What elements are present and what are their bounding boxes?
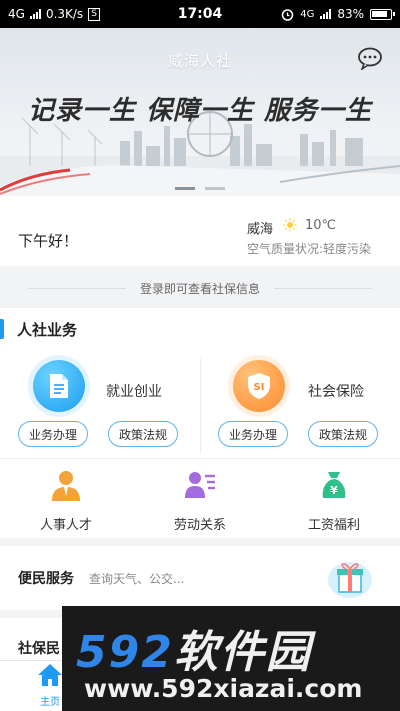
gift-box-icon — [328, 562, 372, 598]
status-bar: 4G 0.3K/s S 17:04 4G 83% — [0, 0, 400, 28]
watermark-number: 592 — [76, 627, 174, 678]
greeting-panel: 下午好！ 威海 10℃ 空气质量状况:轻度污染 — [0, 196, 400, 266]
sub-item-labor[interactable]: 劳动关系 — [150, 468, 250, 533]
greeting-text: 下午好！ — [18, 232, 79, 250]
home-icon — [38, 664, 62, 686]
network-type: 4G — [8, 7, 25, 21]
divider-line — [274, 287, 372, 289]
battery-percent: 83% — [337, 7, 364, 21]
money-bag-icon: ¥ — [322, 472, 346, 498]
sub-item-label: 人事人才 — [39, 518, 92, 533]
watermark-text: 软件园 — [173, 627, 312, 678]
alarm-icon — [281, 8, 294, 21]
battery-icon — [370, 8, 395, 20]
watermark: 592软件园 www.592xiazai.com — [62, 606, 400, 711]
signal-icon — [29, 9, 41, 19]
network-speed: 0.3K/s — [45, 7, 84, 21]
air-quality: 空气质量状况:轻度污染 — [247, 242, 372, 256]
service-employment[interactable]: 就业创业 — [106, 381, 162, 401]
person-icon — [52, 471, 80, 501]
weather-temperature: 10℃ — [305, 218, 337, 233]
sub-item-wages[interactable]: ¥ 工资福利 — [284, 468, 384, 533]
convenience-title: 便民服务 — [18, 571, 74, 587]
divider — [200, 358, 201, 454]
sub-item-personnel[interactable]: 人事人才 — [16, 468, 116, 533]
service-social-insurance[interactable]: 社会保险 — [308, 381, 364, 401]
sub-item-label: 工资福利 — [307, 518, 360, 533]
network-type-right: 4G — [300, 8, 315, 20]
employment-handle-button[interactable]: 业务办理 — [18, 421, 89, 447]
app-title: 威海人社 — [167, 52, 232, 70]
section-title: 社保民 — [18, 641, 60, 657]
pagination-dot — [205, 187, 225, 190]
divider — [0, 458, 400, 459]
divider-line — [27, 287, 126, 289]
si-icon-text: SI — [254, 382, 265, 393]
insurance-policy-button[interactable]: 政策法规 — [308, 421, 379, 447]
si-shield-icon[interactable]: SI — [233, 360, 285, 412]
login-hint-bar[interactable]: 登录即可查看社保信息 — [0, 270, 400, 306]
weather-city: 威海 — [247, 222, 274, 237]
banner-pagination — [0, 187, 400, 190]
sub-item-label: 劳动关系 — [173, 518, 226, 533]
section-title: 人社业务 — [0, 318, 77, 340]
banner[interactable]: 威海人社 记录一生 保障一生 服务一生 — [0, 28, 400, 196]
insurance-handle-button[interactable]: 业务办理 — [218, 421, 289, 447]
chat-bubble-icon[interactable] — [356, 46, 384, 70]
clock: 17:04 — [177, 6, 223, 22]
employment-policy-button[interactable]: 政策法规 — [108, 421, 179, 447]
convenience-services[interactable]: 便民服务 查询天气、公交... — [0, 546, 400, 610]
business-section: 人社业务 就业创业 业务办理 政策法规 SI 社会保险 业务办理 政策法规 人事… — [0, 308, 400, 538]
watermark-url: www.592xiazai.com — [84, 674, 363, 703]
login-hint-text[interactable]: 登录即可查看社保信息 — [140, 280, 260, 297]
banner-slogan: 记录一生 保障一生 服务一生 — [27, 96, 373, 126]
people-list-icon — [185, 472, 215, 498]
document-icon[interactable] — [33, 360, 85, 412]
convenience-subtitle: 查询天气、公交... — [89, 572, 185, 586]
speed-badge: S — [88, 7, 100, 21]
pagination-dot-active — [175, 187, 195, 190]
sun-icon — [283, 218, 297, 232]
signal-icon-right — [320, 9, 332, 19]
svg-text:¥: ¥ — [330, 484, 338, 497]
